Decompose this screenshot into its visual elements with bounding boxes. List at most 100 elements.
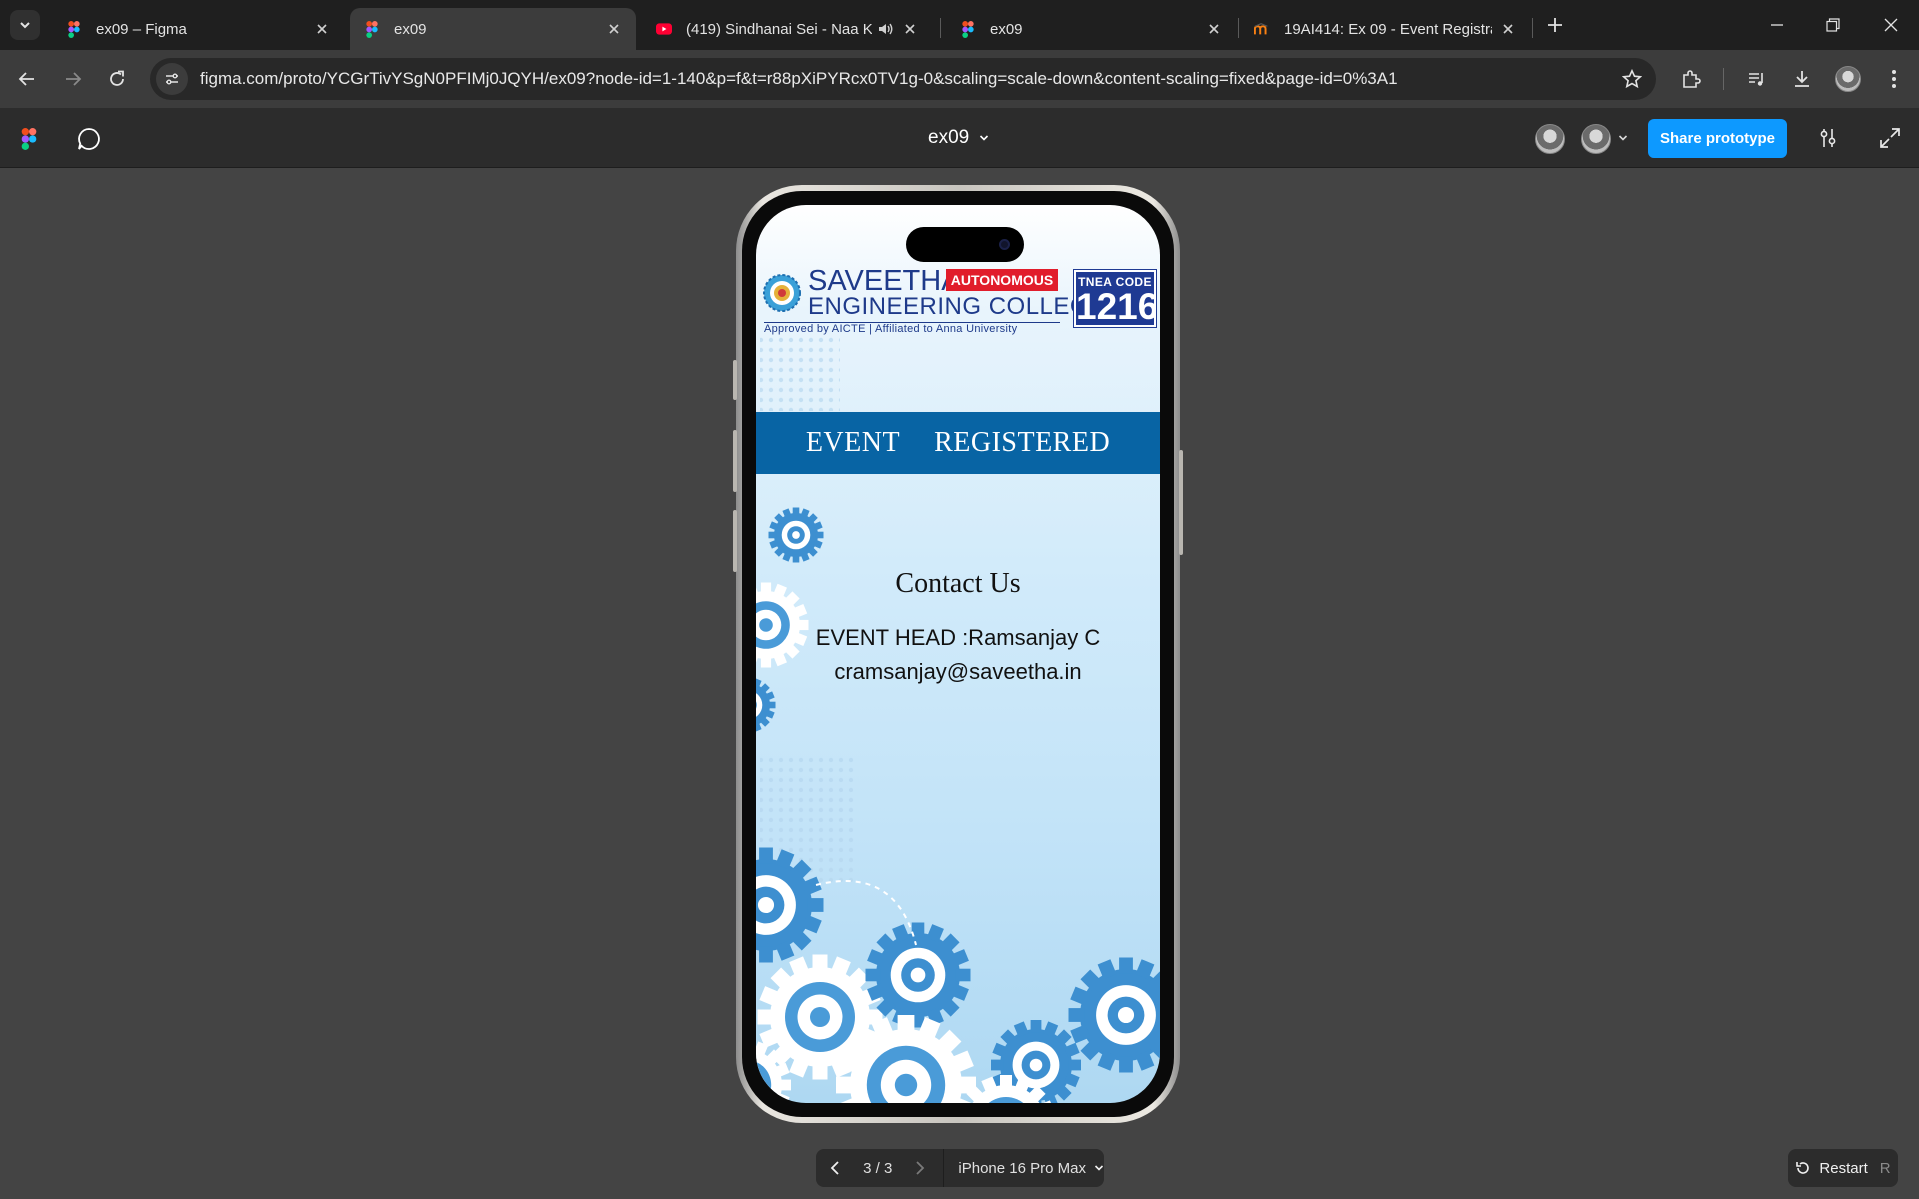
tab-figma-2[interactable]: ex09 — [350, 8, 636, 50]
file-title: ex09 — [928, 127, 970, 148]
iphone-device-frame: SAVEETHA AUTONOMOUS ENGINEERING COLLEGE … — [733, 185, 1183, 1123]
contact-us-heading: Contact Us — [895, 568, 1021, 599]
browser-tab-strip: ex09 – Figma ex09 (419) Sindhanai Sei - … — [0, 0, 1919, 50]
moodle-icon — [1254, 21, 1270, 37]
close-icon[interactable] — [1500, 21, 1516, 37]
college-seal-icon — [763, 274, 801, 312]
figma-icon — [66, 20, 82, 38]
tab-title: (419) Sindhanai Sei - Naa Ka — [686, 20, 872, 38]
extensions-button[interactable] — [1675, 63, 1707, 95]
college-logo: SAVEETHA AUTONOMOUS ENGINEERING COLLEGE … — [760, 265, 1159, 335]
kebab-menu-icon — [1892, 70, 1896, 88]
settings-sliders-icon[interactable] — [1816, 126, 1840, 150]
minimize-icon — [1771, 24, 1783, 26]
frame-counter: 3 / 3 — [863, 1159, 893, 1177]
browser-menu-button[interactable] — [1878, 63, 1910, 95]
new-tab-button[interactable] — [1542, 12, 1568, 38]
tab-figma-3[interactable]: ex09 — [946, 8, 1236, 50]
media-controls-button[interactable] — [1741, 63, 1773, 95]
autonomous-badge: AUTONOMOUS — [946, 269, 1058, 291]
contact-email-text: cramsanjay@saveetha.in — [834, 659, 1082, 684]
restart-icon — [1796, 1162, 1810, 1174]
tab-figma-1[interactable]: ex09 – Figma — [52, 8, 344, 50]
banner-word-registered: REGISTERED — [934, 427, 1111, 458]
window-close-button[interactable] — [1878, 12, 1904, 38]
figma-icon — [364, 20, 380, 38]
figma-prototype-header: ex09 Share prototype — [0, 108, 1919, 168]
figma-icon — [960, 20, 976, 38]
college-name-line2: ENGINEERING COLLEGE — [808, 293, 1106, 320]
browser-toolbar: figma.com/proto/YCGrTivYSgN0PFIMj0JQYH/e… — [0, 50, 1919, 108]
restore-button[interactable] — [1820, 12, 1846, 38]
volume-up-button — [733, 430, 737, 492]
url-text: figma.com/proto/YCGrTivYSgN0PFIMj0JQYH/e… — [200, 69, 1398, 88]
tnea-code: 1216 — [1076, 286, 1159, 327]
banner-word-event: EVENT — [805, 427, 901, 458]
chevron-right-icon — [916, 1161, 925, 1175]
fullscreen-expand-icon[interactable] — [1878, 126, 1902, 150]
device-selector[interactable]: iPhone 16 Pro Max — [950, 1160, 1104, 1177]
college-name-line1: SAVEETHA — [808, 265, 961, 297]
tab-search-button[interactable] — [10, 10, 40, 40]
volume-down-button — [733, 510, 737, 572]
previous-frame-button[interactable] — [816, 1149, 854, 1187]
chevron-down-icon — [980, 135, 989, 141]
puzzle-icon — [1683, 70, 1701, 88]
collaborator-avatar[interactable] — [1535, 124, 1565, 154]
address-bar[interactable]: figma.com/proto/YCGrTivYSgN0PFIMj0JQYH/e… — [150, 58, 1656, 100]
minimize-button[interactable] — [1764, 12, 1790, 38]
action-button — [733, 360, 737, 400]
tab-title: ex09 — [990, 20, 1023, 38]
restart-shortcut: R — [1879, 1159, 1891, 1177]
close-icon[interactable] — [902, 21, 918, 37]
media-queue-icon — [1749, 73, 1763, 86]
chevron-down-icon — [20, 22, 30, 29]
profile-button[interactable] — [1832, 63, 1864, 95]
prototype-screen[interactable]: SAVEETHA AUTONOMOUS ENGINEERING COLLEGE … — [756, 205, 1160, 1103]
tab-title: 19AI414: Ex 09 - Event Registrat — [1284, 20, 1492, 38]
figma-menu-icon[interactable] — [20, 128, 38, 150]
restart-button[interactable]: Restart R — [1788, 1149, 1898, 1187]
site-info-icon[interactable] — [156, 63, 188, 95]
reload-icon — [110, 70, 124, 86]
speaker-icon[interactable] — [878, 21, 894, 37]
restart-label: Restart — [1819, 1159, 1868, 1177]
comment-icon[interactable] — [76, 126, 102, 152]
tab-youtube[interactable]: (419) Sindhanai Sei - Naa Ka — [642, 8, 932, 50]
bookmark-star-icon[interactable] — [1616, 63, 1648, 95]
downloads-button[interactable] — [1786, 63, 1818, 95]
close-icon[interactable] — [1206, 21, 1222, 37]
chevron-left-icon — [830, 1161, 839, 1175]
tab-moodle[interactable]: 19AI414: Ex 09 - Event Registrat — [1240, 8, 1530, 50]
close-icon — [1884, 18, 1898, 32]
chevron-down-icon[interactable] — [1618, 134, 1628, 142]
download-icon — [1795, 71, 1809, 87]
event-registered-banner: EVENT REGISTERED — [756, 412, 1160, 474]
reload-button[interactable] — [101, 63, 133, 95]
forward-arrow-icon — [66, 72, 82, 86]
approval-text: Approved by AICTE | Affiliated to Anna U… — [764, 323, 1018, 335]
forward-button[interactable] — [57, 63, 89, 95]
back-button[interactable] — [11, 63, 43, 95]
tnea-code-badge: TNEA CODE 1216 — [1073, 269, 1159, 328]
gears-background-image — [756, 333, 1160, 1103]
current-user-avatar[interactable] — [1581, 124, 1611, 154]
file-title-dropdown[interactable]: ex09 — [928, 124, 989, 152]
restore-icon — [1826, 18, 1840, 32]
back-arrow-icon — [18, 72, 34, 86]
plus-icon — [1548, 18, 1562, 32]
device-name: iPhone 16 Pro Max — [958, 1159, 1086, 1177]
profile-avatar — [1835, 66, 1861, 92]
power-button — [1179, 450, 1183, 555]
tab-title: ex09 — [394, 20, 427, 38]
chevron-down-icon — [1094, 1165, 1104, 1171]
tab-title: ex09 – Figma — [96, 20, 187, 38]
event-head-text: EVENT HEAD :Ramsanjay C — [815, 625, 1101, 650]
dynamic-island — [906, 227, 1024, 262]
close-icon[interactable] — [606, 21, 622, 37]
next-frame-button[interactable] — [901, 1149, 939, 1187]
close-icon[interactable] — [314, 21, 330, 37]
youtube-icon — [656, 21, 672, 37]
prototype-navigation: 3 / 3 iPhone 16 Pro Max — [816, 1149, 1104, 1187]
share-prototype-button[interactable]: Share prototype — [1648, 119, 1787, 158]
